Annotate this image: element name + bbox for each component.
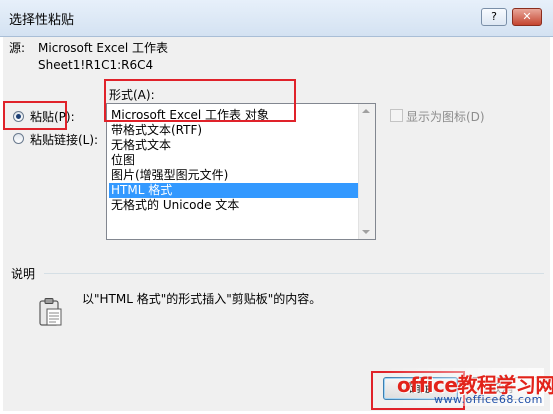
close-button[interactable]: ✕ (512, 8, 542, 26)
format-item-selected[interactable]: HTML 格式 (109, 183, 360, 198)
watermark-url: www.office68.com (434, 393, 543, 406)
scroll-down-arrow-icon[interactable] (362, 230, 370, 234)
format-item[interactable]: 图片(增强型图元文件) (109, 168, 360, 183)
paste-link-radio[interactable] (13, 133, 24, 144)
description-divider (44, 273, 544, 274)
source-name: Microsoft Excel 工作表 (38, 41, 169, 55)
display-as-icon-checkbox[interactable] (390, 109, 403, 122)
format-item[interactable]: 无格式文本 (109, 138, 360, 153)
paste-link-radio-label[interactable]: 粘贴链接(L): (30, 131, 98, 148)
title-bar: 选择性粘贴 ? ✕ (0, 0, 553, 37)
source-range: Sheet1!R1C1:R6C4 (38, 58, 154, 72)
clipboard-icon (38, 297, 64, 327)
description-section-label: 说明 (11, 267, 36, 281)
help-button[interactable]: ? (481, 8, 507, 26)
description-text: 以"HTML 格式"的形式插入"剪贴板"的内容。 (82, 292, 322, 306)
paste-radio-label[interactable]: 粘贴(P): (30, 108, 75, 125)
list-scrollbar[interactable] (358, 104, 375, 239)
format-listbox[interactable]: Microsoft Excel 工作表 对象 带格式文本(RTF) 无格式文本 … (106, 103, 376, 240)
paste-radio[interactable] (13, 111, 24, 122)
format-item[interactable]: 位图 (109, 153, 360, 168)
scroll-up-arrow-icon[interactable] (362, 109, 370, 113)
dialog-title: 选择性粘贴 (9, 13, 75, 28)
format-highlight-box (104, 79, 296, 122)
format-item[interactable]: 带格式文本(RTF) (109, 123, 360, 138)
display-as-icon-label[interactable]: 显示为图标(D) (406, 108, 485, 125)
source-label: 源: (9, 41, 26, 55)
format-item[interactable]: 无格式的 Unicode 文本 (109, 198, 360, 213)
